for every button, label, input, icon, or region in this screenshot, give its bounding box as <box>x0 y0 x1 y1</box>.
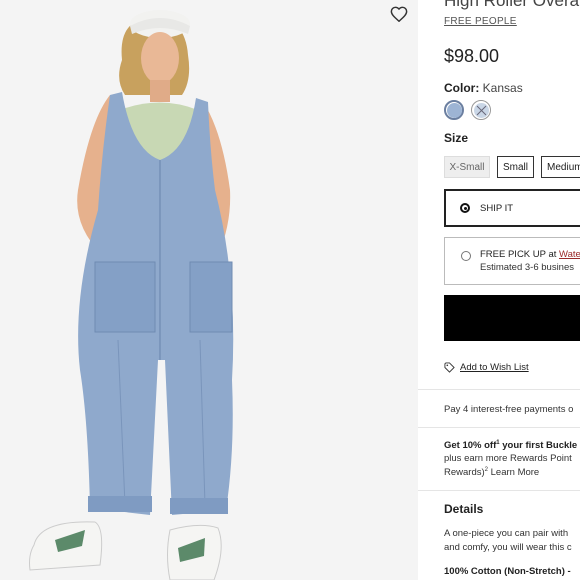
add-to-cart-button[interactable] <box>444 295 580 341</box>
product-title: High Roller Overalls <box>444 0 580 10</box>
size-xsmall-button[interactable]: X-Small <box>444 156 490 178</box>
color-selection: Color: Kansas <box>444 81 523 95</box>
pickup-label: FREE PICK UP at Wate <box>480 249 580 260</box>
tag-icon <box>444 362 455 373</box>
heart-icon[interactable] <box>383 0 415 28</box>
details-line2: and comfy, you will wear this c <box>444 542 572 553</box>
details-heading[interactable]: Details <box>444 502 483 516</box>
promo-line1: Get 10% off <box>444 440 497 452</box>
pickup-option[interactable]: FREE PICK UP at Wate Estimated 3-6 busin… <box>444 237 580 285</box>
divider <box>418 427 580 428</box>
color-value: Kansas <box>482 81 523 95</box>
details-material: 100% Cotton (Non-Stretch) - <box>444 566 571 577</box>
model-in-overalls-illustration <box>29 10 234 580</box>
swatch-alternate[interactable] <box>471 100 491 120</box>
promo-line2: plus earn more Rewards Point <box>444 453 572 464</box>
unavailable-x-icon <box>476 105 486 115</box>
color-label: Color: <box>444 81 480 95</box>
add-to-wishlist-link[interactable]: Add to Wish List <box>444 362 529 373</box>
swatch-kansas[interactable] <box>444 100 464 120</box>
pickup-store-link[interactable]: Wate <box>559 249 580 260</box>
swatch-alternate-color <box>473 102 489 118</box>
promo-line3-container: Rewards)2 Learn More <box>444 467 539 478</box>
color-swatches <box>444 100 491 120</box>
pickup-prefix: FREE PICK UP at <box>480 249 560 260</box>
divider <box>418 389 580 390</box>
learn-more-link[interactable]: Learn More <box>488 467 540 478</box>
product-image[interactable] <box>0 0 418 580</box>
ship-it-radio[interactable] <box>460 203 470 213</box>
ship-it-option[interactable]: SHIP IT <box>444 189 580 227</box>
pickup-radio[interactable] <box>461 251 471 261</box>
pickup-estimate: Estimated 3-6 busines <box>480 262 574 273</box>
size-options: X-Small Small Medium <box>444 156 580 178</box>
swatch-kansas-color <box>446 102 462 118</box>
ship-it-label: SHIP IT <box>480 202 514 214</box>
details-line1: A one-piece you can pair with <box>444 528 569 539</box>
promo-line1-rest: your first Buckle <box>499 440 578 452</box>
size-label: Size <box>444 131 469 145</box>
divider <box>418 490 580 491</box>
wishlist-label: Add to Wish List <box>460 362 529 373</box>
product-price: $98.00 <box>444 46 500 66</box>
brand-link[interactable]: FREE PEOPLE <box>444 16 517 27</box>
size-medium-button[interactable]: Medium <box>541 156 580 178</box>
promo-headline: Get 10% off1 your first Buckle <box>444 440 577 451</box>
size-small-button[interactable]: Small <box>497 156 535 178</box>
promo-line3: Rewards) <box>444 467 485 479</box>
payments-info: Pay 4 interest-free payments o <box>444 404 574 415</box>
product-info-panel: High Roller Overalls FREE PEOPLE $98.00 … <box>418 0 580 580</box>
